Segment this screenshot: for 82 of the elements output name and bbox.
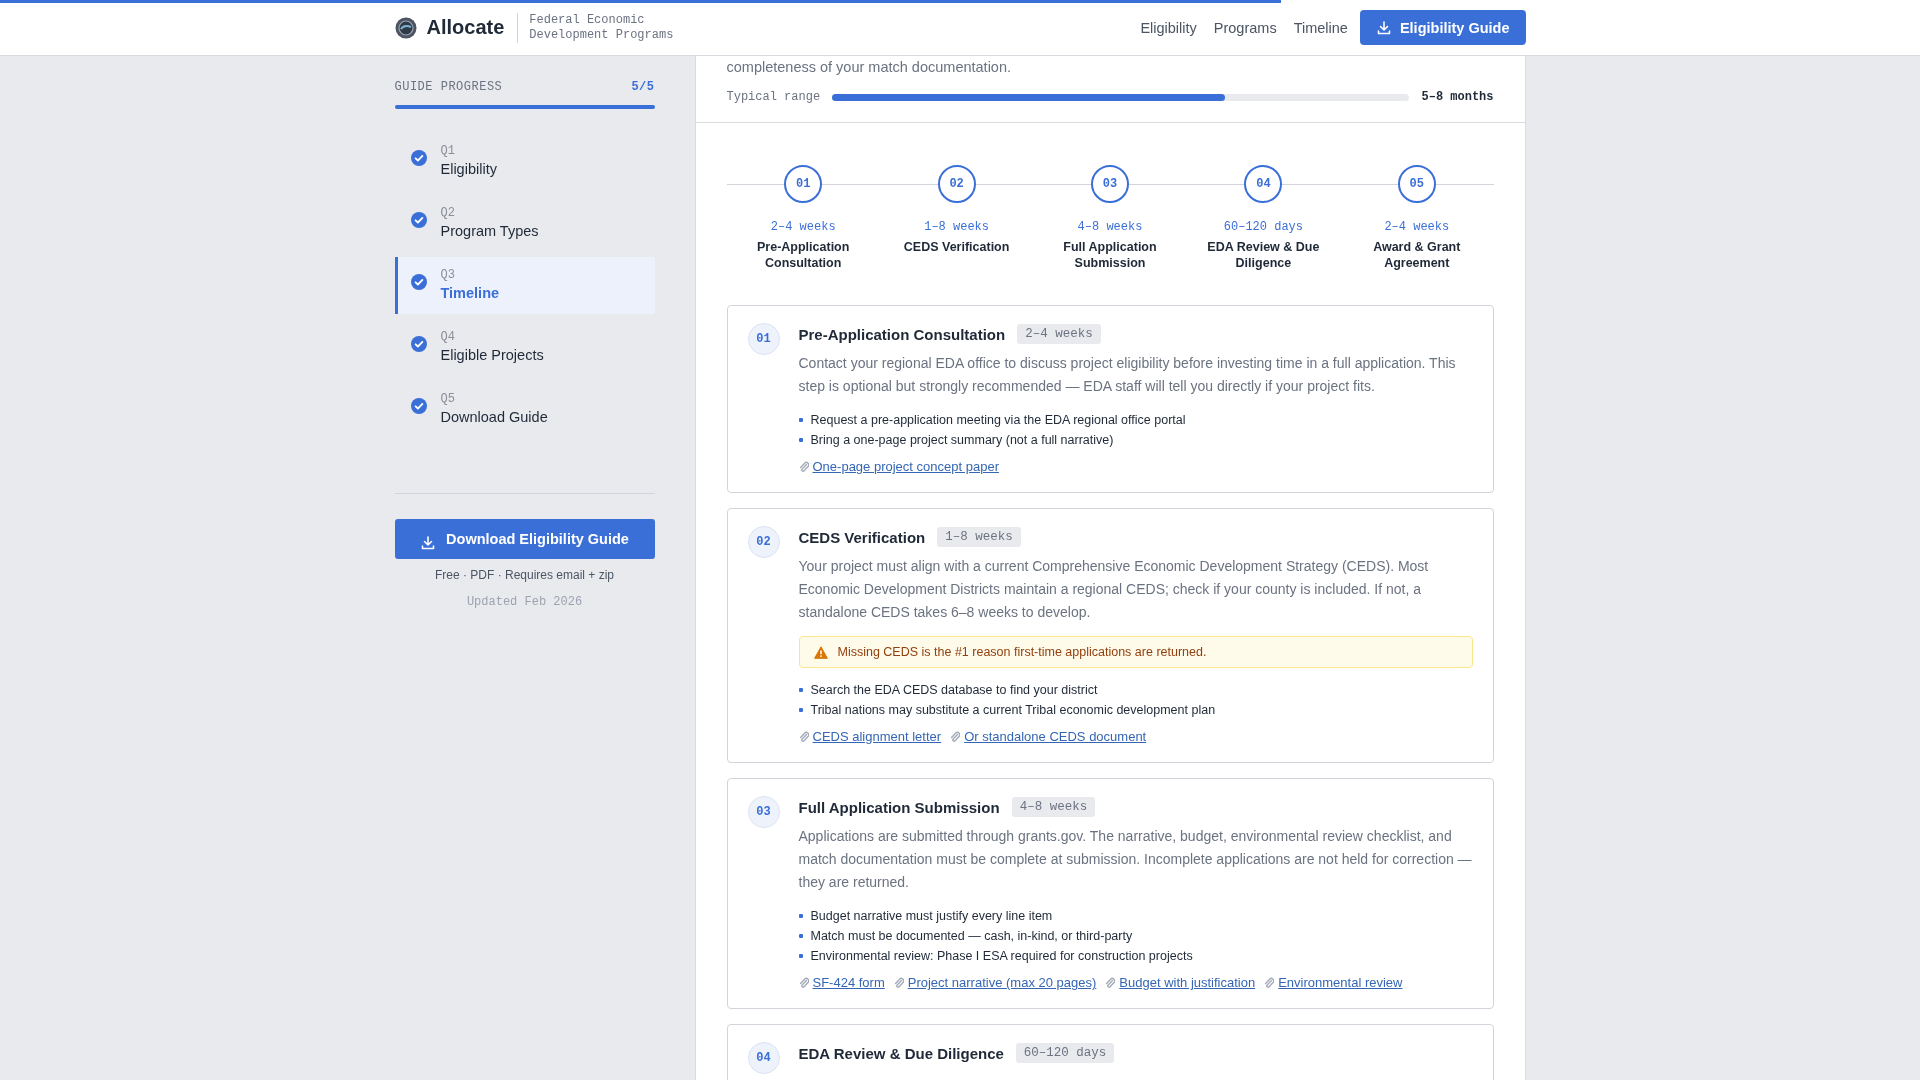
sidebar-item[interactable]: Q3 Timeline bbox=[394, 257, 655, 314]
range-label: Typical range bbox=[726, 90, 821, 104]
step-number: 01 bbox=[747, 323, 780, 355]
step-duration: 60–120 days bbox=[1223, 220, 1303, 234]
step-label: EDA Review & Due Diligence bbox=[1206, 239, 1321, 271]
warning-text: Missing CEDS is the #1 reason first-time applications are returned. bbox=[837, 645, 1207, 659]
logo-icon bbox=[394, 16, 417, 39]
bullet-text: Tribal nations may substitute a current Tribal economic development plan bbox=[810, 702, 1216, 719]
step-circle[interactable]: 05 bbox=[1397, 165, 1436, 203]
bullet-text: Bring a one-page project summary (not a full narrative) bbox=[810, 432, 1114, 449]
bullet-icon bbox=[798, 438, 803, 442]
progress-count: 5/5 bbox=[631, 80, 655, 94]
eligibility-guide-button[interactable]: Eligibility Guide bbox=[1359, 10, 1526, 45]
step-title: Pre-Application Consultation bbox=[798, 325, 1006, 343]
paperclip-icon bbox=[798, 976, 809, 989]
step-circle[interactable]: 04 bbox=[1244, 165, 1283, 203]
step-title: EDA Review & Due Diligence bbox=[798, 1044, 1004, 1062]
warning-icon bbox=[813, 645, 828, 659]
sidebar-item[interactable]: Q5 Download Guide bbox=[394, 381, 655, 438]
duration-tag: 4–8 weeks bbox=[1011, 797, 1096, 817]
attachment-link[interactable]: Budget with justification bbox=[1119, 975, 1256, 990]
step-label: Full Application Submission bbox=[1062, 239, 1158, 271]
bullet-icon bbox=[798, 934, 803, 938]
step-duration: 1–8 weeks bbox=[924, 220, 989, 234]
summary-text: completeness of your match documentation. bbox=[726, 58, 1012, 77]
attachment-link[interactable]: Or standalone CEDS document bbox=[964, 729, 1147, 744]
paperclip-icon bbox=[798, 730, 809, 743]
attachment-link[interactable]: Environmental review bbox=[1278, 975, 1403, 990]
nav-link[interactable]: Eligibility bbox=[1140, 19, 1197, 36]
step-circle[interactable]: 02 bbox=[937, 165, 976, 203]
bullet-text: Environmental review: Phase I ESA required for construction projects bbox=[810, 948, 1193, 965]
nav-link[interactable]: Timeline bbox=[1293, 19, 1348, 36]
step-number: 03 bbox=[747, 796, 780, 828]
bullet-text: Match must be documented — cash, in-kind, or third-party bbox=[810, 928, 1133, 945]
app-name: Allocate bbox=[426, 16, 505, 39]
download-icon bbox=[1375, 19, 1392, 36]
attachment-link[interactable]: One-page project concept paper bbox=[812, 459, 999, 474]
step-circle[interactable]: 01 bbox=[784, 165, 823, 203]
paperclip-icon bbox=[1105, 976, 1116, 989]
step-title: Full Application Submission bbox=[798, 798, 1000, 816]
progress-title: GUIDE PROGRESS bbox=[394, 80, 503, 94]
paperclip-icon bbox=[950, 730, 961, 743]
download-icon bbox=[420, 534, 437, 551]
updated-date: Updated Feb 2026 bbox=[465, 595, 584, 609]
step-circle[interactable]: 03 bbox=[1091, 165, 1129, 203]
download-note: Free · PDF · Requires email + zip bbox=[433, 568, 616, 582]
bullet-text: Budget narrative must justify every line item bbox=[810, 908, 1053, 925]
bullet-icon bbox=[798, 688, 803, 692]
step-label: Pre-Application Consultation bbox=[756, 239, 851, 271]
step-label: Award & Grant Agreement bbox=[1372, 239, 1462, 271]
bullet-icon bbox=[798, 418, 803, 422]
step-duration: 2–4 weeks bbox=[770, 220, 836, 234]
attachment-link[interactable]: Project narrative (max 20 pages) bbox=[907, 975, 1097, 990]
nav-link[interactable]: Programs bbox=[1213, 19, 1277, 36]
bullet-text: Search the EDA CEDS database to find your district bbox=[810, 682, 1098, 699]
attachment-link[interactable]: CEDS alignment letter bbox=[812, 729, 942, 744]
step-label: CEDS Verification bbox=[902, 239, 1011, 255]
bullet-icon bbox=[798, 954, 803, 958]
sidebar-item[interactable]: Q2 Program Types bbox=[394, 195, 655, 252]
step-description: Your project must align with a current Comprehensive Economic Development Strategy (CEDS). Most Economic Development Districts maintain a regional CEDS; check if your county is included. If not, a standalone CEDS takes 6–8 weeks to develop. bbox=[798, 557, 1430, 622]
step-duration: 4–8 weeks bbox=[1077, 220, 1143, 234]
step-description: Contact your regional EDA office to discuss project eligibility before investing time in a full application. This step is optional but strongly recommended — EDA staff will tell you directly if your project fits. bbox=[798, 354, 1457, 396]
sidebar-item[interactable]: Q1 Eligibility bbox=[394, 133, 655, 190]
duration-tag: 1–8 weeks bbox=[937, 527, 1021, 547]
bullet-text: Request a pre-application meeting via the EDA regional office portal bbox=[810, 412, 1186, 429]
step-duration: 2–4 weeks bbox=[1384, 220, 1450, 234]
attachment-link[interactable]: SF-424 form bbox=[812, 975, 885, 990]
range-value: 5–8 months bbox=[1421, 90, 1494, 104]
step-number: 02 bbox=[747, 526, 780, 558]
step-description: Applications are submitted through grants.gov. The narrative, budget, environmental review checklist, and match documentation must be complete at submission. Incomplete applications are not held for correction — they are returned. bbox=[798, 827, 1473, 892]
sidebar-item[interactable]: Q4 Eligible Projects bbox=[394, 319, 655, 376]
duration-tag: 60–120 days bbox=[1015, 1043, 1115, 1063]
step-title: CEDS Verification bbox=[798, 528, 926, 546]
step-number: 04 bbox=[747, 1042, 780, 1074]
paperclip-icon bbox=[1264, 976, 1275, 989]
download-guide-button[interactable]: Download Eligibility Guide bbox=[394, 519, 655, 559]
bullet-icon bbox=[798, 914, 803, 918]
paperclip-icon bbox=[798, 460, 809, 473]
app-subtitle: Federal Economic Development Programs bbox=[517, 12, 680, 43]
bullet-icon bbox=[798, 708, 803, 712]
paperclip-icon bbox=[893, 976, 904, 989]
duration-tag: 2–4 weeks bbox=[1017, 324, 1101, 344]
